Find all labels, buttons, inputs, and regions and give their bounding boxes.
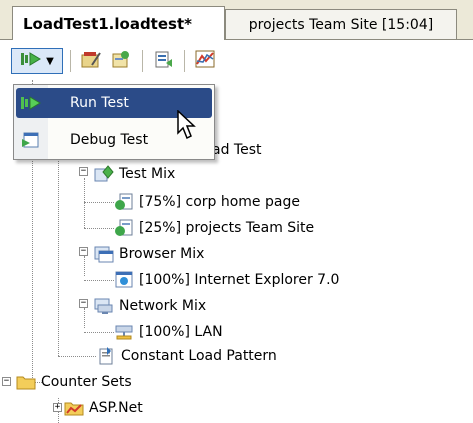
folder-icon — [16, 373, 36, 391]
tab-label: LoadTest1.loadtest* — [23, 14, 192, 33]
tab-strip: projects Team Site [15:04] LoadTest1.loa… — [0, 0, 473, 40]
mouse-pointer-icon — [176, 109, 198, 144]
manage-button[interactable] — [150, 48, 176, 74]
tree-item-network[interactable]: [100%] LAN — [114, 320, 223, 344]
tree-item-test[interactable]: [25%] projects Team Site — [114, 216, 314, 240]
tree-guide-line — [84, 178, 85, 228]
run-test-icon — [20, 50, 42, 72]
browser-mix-icon — [94, 245, 114, 263]
tree-item-label: ad Test — [212, 142, 262, 158]
tree-item-load-pattern[interactable]: Constant Load Pattern — [96, 344, 277, 368]
tree-item-label: [100%] Internet Explorer 7.0 — [139, 272, 340, 288]
expand-toggle[interactable]: + — [53, 403, 62, 412]
tree-item-label: [25%] projects Team Site — [139, 220, 315, 236]
menu-item-label: Debug Test — [70, 132, 149, 148]
browser-icon — [114, 271, 134, 289]
web-test-icon — [114, 193, 134, 211]
toolbar-separator — [70, 50, 71, 72]
run-test-icon — [16, 94, 46, 112]
tree-guide-line — [84, 332, 114, 333]
tree-guide-line — [58, 356, 96, 357]
tab-projects-team-site[interactable]: projects Team Site [15:04] — [225, 9, 457, 40]
tree-item-counter-set[interactable]: ASP.Net — [64, 396, 143, 420]
tree-guide-line — [84, 280, 114, 281]
chart-button[interactable] — [192, 48, 218, 74]
tree-guide-line — [84, 256, 85, 276]
tree-guide-line — [84, 228, 114, 229]
add-scenario-icon — [110, 49, 132, 73]
load-pattern-icon — [96, 347, 116, 365]
tree-item-test[interactable]: [75%] corp home page — [114, 190, 300, 214]
edit-settings-button[interactable] — [78, 48, 104, 74]
tree-item-counter-sets[interactable]: Counter Sets — [16, 370, 132, 394]
manage-icon — [152, 49, 174, 73]
counter-set-folder-icon — [64, 399, 84, 417]
tree-item-browser[interactable]: [100%] Internet Explorer 7.0 — [114, 268, 339, 292]
tree-item-label: Network Mix — [119, 298, 207, 314]
tree-guide-line — [84, 202, 114, 203]
toolbar-separator — [142, 50, 143, 72]
tree-item-scenario-partial[interactable]: ad Test — [212, 138, 262, 162]
chevron-down-icon: ▼ — [46, 55, 54, 67]
tab-label: projects Team Site [15:04] — [248, 17, 434, 33]
tree-item-label: Counter Sets — [41, 374, 132, 390]
web-test-icon — [114, 219, 134, 237]
tab-loadtest1[interactable]: LoadTest1.loadtest* — [12, 6, 225, 40]
tree-item-label: [100%] LAN — [139, 324, 223, 340]
collapse-toggle[interactable]: − — [79, 247, 88, 256]
collapse-toggle[interactable]: − — [2, 377, 11, 386]
debug-test-icon — [16, 130, 46, 150]
tree-item-label: Browser Mix — [119, 246, 205, 262]
network-mix-icon — [94, 297, 114, 315]
tree-item-label: Test Mix — [119, 166, 176, 182]
toolbar: ▼ — [0, 40, 473, 80]
tree-item-label: [75%] corp home page — [139, 194, 300, 210]
toolbar-separator — [184, 50, 185, 72]
tree-item-label: ASP.Net — [89, 400, 143, 416]
run-test-dropdown-button[interactable]: ▼ — [11, 48, 63, 74]
tree-item-browser-mix[interactable]: Browser Mix — [94, 242, 204, 266]
network-icon — [114, 323, 134, 341]
test-mix-icon — [94, 165, 114, 183]
collapse-toggle[interactable]: − — [79, 167, 88, 176]
tree-item-label: Constant Load Pattern — [121, 348, 277, 364]
tree-guide-line — [84, 308, 85, 328]
collapse-toggle[interactable]: − — [79, 299, 88, 308]
add-scenario-button[interactable] — [108, 48, 134, 74]
tree-guide-line — [58, 150, 59, 356]
chart-icon — [194, 49, 216, 73]
edit-settings-icon — [80, 49, 102, 73]
tree-item-network-mix[interactable]: Network Mix — [94, 294, 206, 318]
tree-item-test-mix[interactable]: Test Mix — [94, 162, 175, 186]
menu-item-label: Run Test — [70, 95, 129, 111]
